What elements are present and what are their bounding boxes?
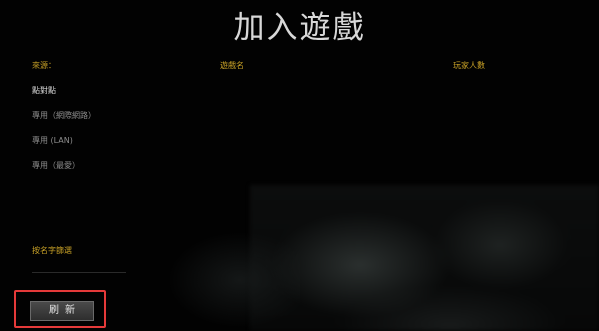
game-name-column-header[interactable]: 遊戲名 — [220, 60, 244, 71]
filter-by-name-input-underline[interactable] — [32, 272, 126, 273]
filter-by-name-label[interactable]: 按名字篩選 — [32, 245, 72, 256]
background-scene-shadow — [120, 210, 300, 331]
page-title: 加入遊戲 — [233, 10, 366, 46]
source-option-dedicated-internet[interactable]: 專用（網際網路） — [32, 110, 96, 121]
join-game-screen: 加入遊戲 來源： 遊戲名 玩家人數 點對點 專用（網際網路） 專用 (LAN) … — [0, 0, 599, 331]
source-option-peer-to-peer[interactable]: 點對點 — [32, 85, 56, 96]
source-option-dedicated-favorites[interactable]: 專用（最愛） — [32, 160, 80, 171]
refresh-button[interactable]: 刷新 — [30, 301, 94, 321]
background-scene — [250, 185, 599, 331]
source-option-dedicated-lan[interactable]: 專用 (LAN) — [32, 135, 73, 146]
player-count-column-header[interactable]: 玩家人數 — [453, 60, 485, 71]
source-header: 來源： — [32, 61, 56, 70]
